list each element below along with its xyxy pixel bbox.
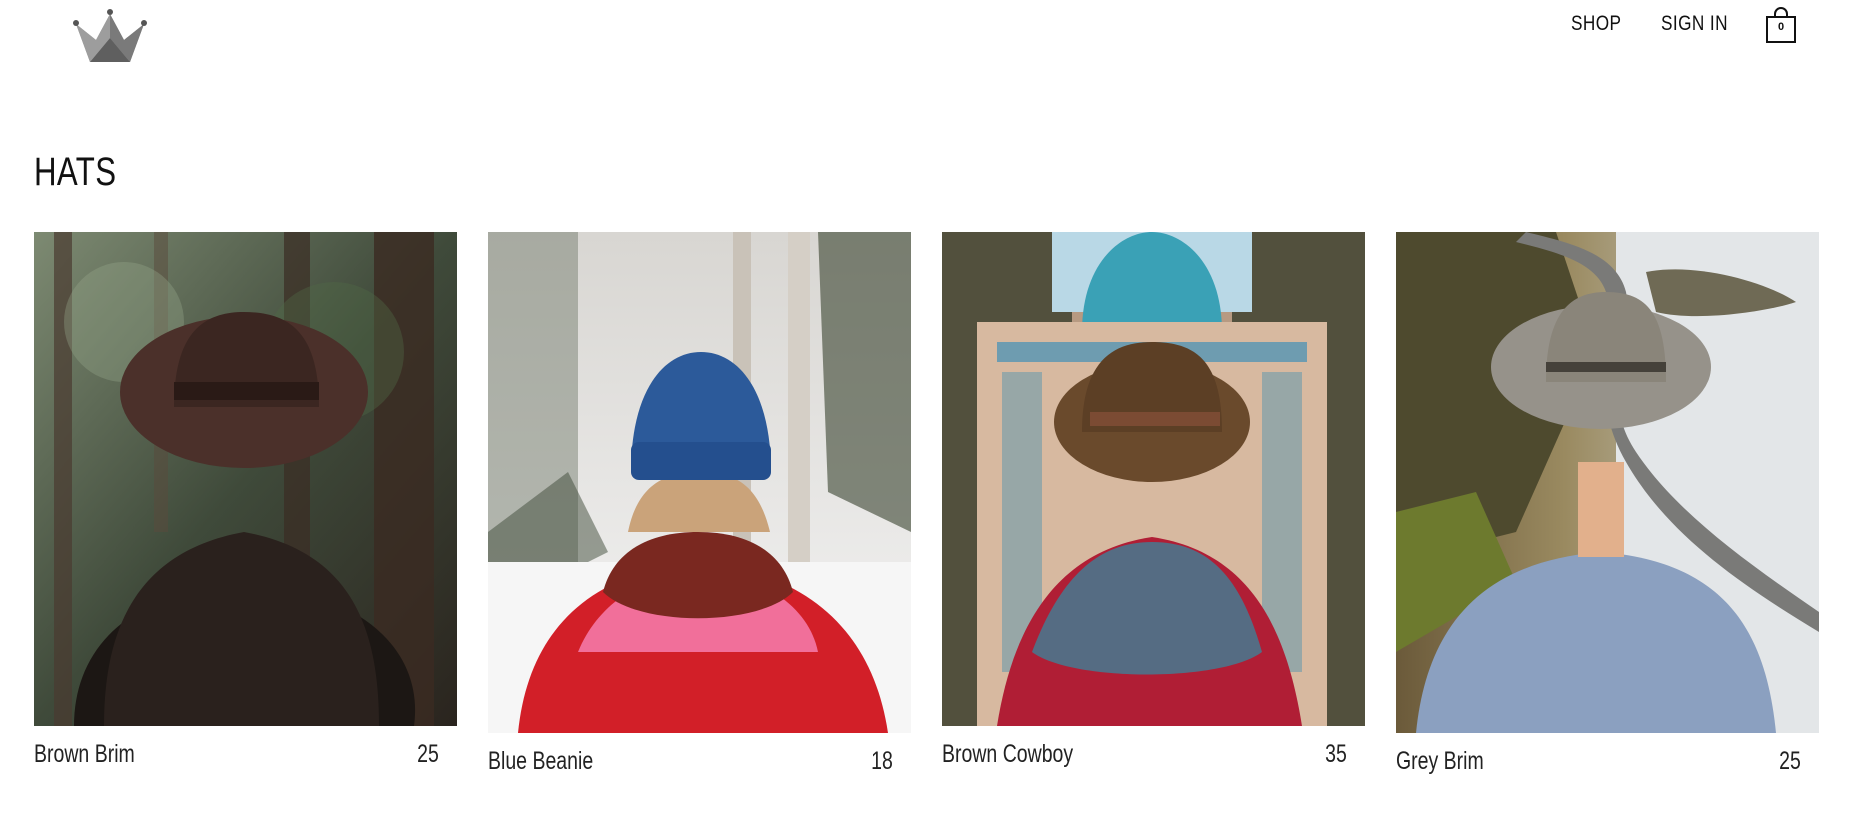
nav-sign-in-link[interactable]: SIGN IN — [1661, 12, 1728, 36]
cart-button[interactable]: 0 — [1764, 6, 1798, 44]
product-name: Blue Beanie — [488, 747, 594, 775]
header: SHOP SIGN IN 0 — [0, 0, 1851, 90]
product-meta: Brown Cowboy 35 — [942, 740, 1347, 770]
product-image-blue-beanie — [488, 232, 911, 733]
product-image-brown-cowboy — [942, 232, 1365, 726]
product-meta: Blue Beanie 18 — [488, 747, 893, 777]
product-image-grey-brim — [1396, 232, 1819, 733]
product-price: 35 — [1325, 740, 1347, 768]
page-title: HATS — [34, 150, 117, 194]
product-name: Brown Brim — [34, 740, 135, 768]
product-price: 18 — [871, 747, 893, 775]
cart-count: 0 — [1777, 21, 1785, 33]
crown-logo-icon[interactable] — [72, 8, 148, 70]
product-image-brown-brim — [34, 232, 457, 726]
product-price: 25 — [1779, 747, 1801, 775]
nav-shop-link[interactable]: SHOP — [1571, 12, 1621, 36]
product-name: Brown Cowboy — [942, 740, 1074, 768]
product-name: Grey Brim — [1396, 747, 1484, 775]
product-price: 25 — [417, 740, 439, 768]
product-meta: Grey Brim 25 — [1396, 747, 1801, 777]
product-meta: Brown Brim 25 — [34, 740, 439, 770]
